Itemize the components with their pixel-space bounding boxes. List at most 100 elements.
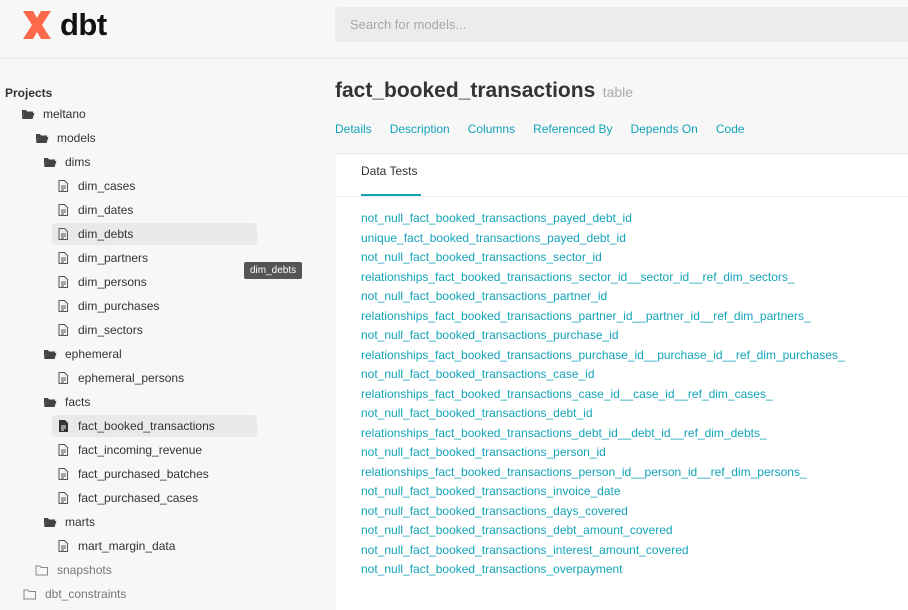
sidebar-item-label: dim_persons	[78, 275, 147, 289]
sidebar-item-label: fact_booked_transactions	[78, 419, 215, 433]
data-tests-panel: Data Tests not_null_fact_booked_transact…	[336, 153, 908, 610]
sidebar-item-fact-purchased-batches[interactable]: fact_purchased_batches	[52, 463, 209, 485]
test-list: not_null_fact_booked_transactions_payed_…	[361, 211, 845, 582]
test-link[interactable]: relationships_fact_booked_transactions_p…	[361, 309, 845, 329]
sidebar-item-fact-booked-transactions[interactable]: fact_booked_transactions	[52, 415, 257, 437]
sidebar-item-dim-purchases[interactable]: dim_purchases	[52, 295, 159, 317]
tooltip: dim_debts	[244, 262, 303, 279]
folder-open-icon	[43, 155, 57, 169]
nav-description[interactable]: Description	[390, 122, 450, 136]
test-link[interactable]: relationships_fact_booked_transactions_p…	[361, 348, 845, 368]
sidebar-item-snapshots[interactable]: snapshots	[31, 559, 112, 581]
file-icon	[56, 179, 70, 193]
sidebar-item-label: snapshots	[57, 563, 112, 577]
test-link[interactable]: not_null_fact_booked_transactions_sector…	[361, 250, 845, 270]
nav-depends-on[interactable]: Depends On	[630, 122, 697, 136]
sidebar-item-dim-debts[interactable]: dim_debts	[52, 223, 257, 245]
test-link[interactable]: not_null_fact_booked_transactions_debt_i…	[361, 406, 845, 426]
test-link[interactable]: relationships_fact_booked_transactions_p…	[361, 465, 845, 485]
folder-open-icon	[21, 107, 35, 121]
file-icon	[56, 443, 70, 457]
sidebar-item-label: dim_dates	[78, 203, 134, 217]
test-link[interactable]: unique_fact_booked_transactions_payed_de…	[361, 231, 845, 251]
test-link[interactable]: not_null_fact_booked_transactions_invoic…	[361, 484, 845, 504]
test-link[interactable]: not_null_fact_booked_transactions_payed_…	[361, 211, 845, 231]
test-link[interactable]: not_null_fact_booked_transactions_person…	[361, 445, 845, 465]
test-link[interactable]: not_null_fact_booked_transactions_debt_a…	[361, 523, 845, 543]
test-link[interactable]: not_null_fact_booked_transactions_partne…	[361, 289, 845, 309]
panel-divider	[336, 196, 908, 197]
dbt-logo[interactable]: dbt	[20, 7, 107, 43]
sidebar-item-models[interactable]: models	[31, 127, 96, 149]
test-link[interactable]: relationships_fact_booked_transactions_c…	[361, 387, 845, 407]
section-nav: Details Description Columns Referenced B…	[335, 122, 763, 136]
sidebar-item-meltano[interactable]: meltano	[17, 103, 86, 125]
sidebar-item-label: fact_incoming_revenue	[78, 443, 203, 457]
test-link[interactable]: not_null_fact_booked_transactions_case_i…	[361, 367, 845, 387]
sidebar-item-dim-persons[interactable]: dim_persons	[52, 271, 147, 293]
file-icon	[56, 203, 70, 217]
sidebar-item-dim-dates[interactable]: dim_dates	[52, 199, 133, 221]
file-icon	[56, 467, 70, 481]
file-icon	[56, 491, 70, 505]
model-name: fact_booked_transactions	[335, 79, 596, 102]
test-link[interactable]: relationships_fact_booked_transactions_s…	[361, 270, 845, 290]
test-link[interactable]: not_null_fact_booked_transactions_days_c…	[361, 504, 845, 524]
file-icon	[56, 251, 70, 265]
sidebar-item-label: marts	[65, 515, 95, 529]
sidebar-item-label: dim_purchases	[78, 299, 160, 313]
sidebar-item-label: dim_debts	[78, 227, 134, 241]
model-type: table	[602, 84, 634, 100]
projects-title: Projects	[5, 86, 53, 100]
sidebar-item-label: fact_purchased_cases	[78, 491, 199, 505]
dbt-logo-icon	[23, 11, 51, 39]
sidebar-item-label: mart_margin_data	[78, 539, 176, 553]
sidebar-item-fact-purchased-cases[interactable]: fact_purchased_cases	[52, 487, 198, 509]
sidebar-item-dim-partners[interactable]: dim_partners	[52, 247, 148, 269]
main-content: fact_booked_transactions table Details D…	[320, 60, 908, 610]
sidebar-item-dim-cases[interactable]: dim_cases	[52, 175, 135, 197]
sidebar-item-dbt-constraints[interactable]: dbt_constraints	[19, 583, 126, 605]
file-icon	[56, 275, 70, 289]
test-link[interactable]: relationships_fact_booked_transactions_d…	[361, 426, 845, 446]
search-input[interactable]	[335, 7, 908, 42]
sidebar-item-marts[interactable]: marts	[39, 511, 95, 533]
sidebar-item-ephemeral-persons[interactable]: ephemeral_persons	[52, 367, 184, 389]
sidebar-item-label: ephemeral_persons	[78, 371, 185, 385]
sidebar-item-dim-sectors[interactable]: dim_sectors	[52, 319, 143, 341]
nav-details[interactable]: Details	[335, 122, 372, 136]
file-icon	[56, 323, 70, 337]
sidebar-item-label: ephemeral	[65, 347, 122, 361]
sidebar-item-label: dims	[65, 155, 91, 169]
sidebar-item-dims[interactable]: dims	[39, 151, 90, 173]
file-icon	[56, 227, 70, 241]
sidebar-item-ephemeral[interactable]: ephemeral	[39, 343, 122, 365]
sidebar-item-label: fact_purchased_batches	[78, 467, 209, 481]
sidebar-item-label: dim_cases	[78, 179, 136, 193]
nav-columns[interactable]: Columns	[468, 122, 515, 136]
brand-name: dbt	[60, 7, 107, 42]
nav-code[interactable]: Code	[716, 122, 745, 136]
sidebar-item-label: models	[57, 131, 96, 145]
folder-open-icon	[43, 395, 57, 409]
test-link[interactable]: not_null_fact_booked_transactions_overpa…	[361, 562, 845, 582]
page-title: fact_booked_transactions table	[335, 79, 633, 103]
sidebar: Projects meltano models dims dim_cases dim_d…	[0, 60, 320, 610]
sidebar-item-fact-incoming-revenue[interactable]: fact_incoming_revenue	[52, 439, 202, 461]
sidebar-item-label: dbt_constraints	[45, 587, 127, 601]
file-icon	[56, 299, 70, 313]
sidebar-item-label: meltano	[43, 107, 86, 121]
nav-referenced-by[interactable]: Referenced By	[533, 122, 612, 136]
test-link[interactable]: not_null_fact_booked_transactions_purcha…	[361, 328, 845, 348]
sidebar-item-label: facts	[65, 395, 91, 409]
sidebar-item-mart-margin-data[interactable]: mart_margin_data	[52, 535, 175, 557]
file-filled-icon	[56, 419, 70, 433]
test-link[interactable]: not_null_fact_booked_transactions_intere…	[361, 543, 845, 563]
top-bar: dbt	[0, 0, 908, 59]
tab-data-tests[interactable]: Data Tests	[361, 164, 417, 178]
sidebar-item-label: dim_sectors	[78, 323, 143, 337]
tab-active-indicator	[361, 194, 421, 196]
folder-closed-icon	[23, 587, 37, 601]
file-icon	[56, 371, 70, 385]
sidebar-item-facts[interactable]: facts	[39, 391, 90, 413]
